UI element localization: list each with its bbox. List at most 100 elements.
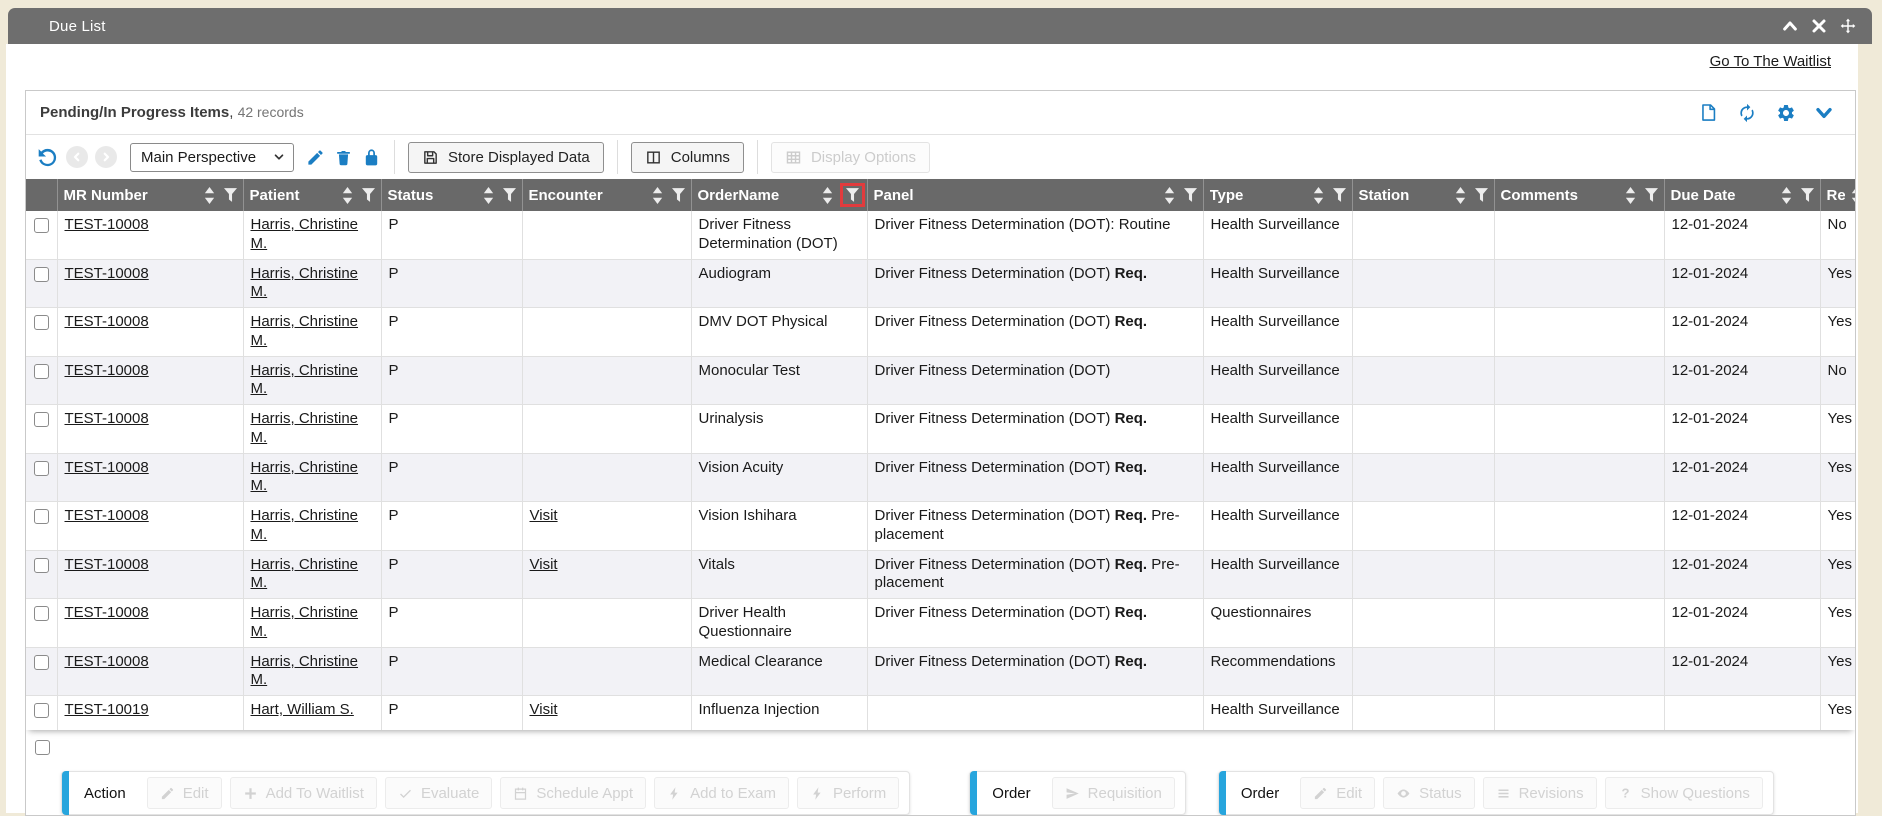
sort-icon[interactable] bbox=[1455, 187, 1466, 204]
mr-number-link[interactable]: TEST-10008 bbox=[65, 653, 149, 670]
schedule-appt-button[interactable]: Schedule Appt bbox=[500, 777, 646, 809]
revisions-button[interactable]: Revisions bbox=[1483, 777, 1597, 809]
col-header-comments[interactable]: Comments bbox=[1494, 179, 1664, 211]
col-header-select[interactable] bbox=[26, 179, 57, 211]
visit-link[interactable]: Visit bbox=[530, 507, 558, 524]
go-to-waitlist-link[interactable]: Go To The Waitlist bbox=[1710, 53, 1831, 70]
mr-number-link[interactable]: TEST-10008 bbox=[65, 410, 149, 427]
new-page-icon[interactable] bbox=[1699, 103, 1718, 122]
sort-icon[interactable] bbox=[1625, 187, 1636, 204]
edit-button[interactable]: Edit bbox=[1300, 777, 1375, 809]
visit-link[interactable]: Visit bbox=[530, 556, 558, 573]
add-to-waitlist-button[interactable]: Add To Waitlist bbox=[230, 777, 377, 809]
row-checkbox[interactable] bbox=[34, 267, 49, 282]
store-displayed-data-button[interactable]: Store Displayed Data bbox=[408, 142, 604, 173]
patient-link[interactable]: Harris, Christine M. bbox=[251, 507, 359, 543]
row-checkbox[interactable] bbox=[34, 315, 49, 330]
row-checkbox[interactable] bbox=[34, 509, 49, 524]
patient-link[interactable]: Harris, Christine M. bbox=[251, 556, 359, 592]
row-checkbox[interactable] bbox=[34, 606, 49, 621]
filter-funnel-icon[interactable] bbox=[1645, 188, 1658, 202]
mr-number-link[interactable]: TEST-10008 bbox=[65, 556, 149, 573]
row-checkbox[interactable] bbox=[34, 655, 49, 670]
show-questions-button[interactable]: ?Show Questions bbox=[1605, 777, 1763, 809]
sort-icon[interactable] bbox=[1164, 187, 1175, 204]
patient-link[interactable]: Harris, Christine M. bbox=[251, 362, 359, 398]
filter-funnel-icon[interactable] bbox=[672, 188, 685, 202]
sort-icon[interactable] bbox=[1851, 187, 1856, 204]
footer-select-checkbox[interactable] bbox=[35, 740, 50, 755]
col-header-status[interactable]: Status bbox=[381, 179, 522, 211]
mr-number-link[interactable]: TEST-10008 bbox=[65, 604, 149, 621]
patient-link[interactable]: Harris, Christine M. bbox=[251, 653, 359, 689]
mr-number-link[interactable]: TEST-10008 bbox=[65, 507, 149, 524]
col-header-patient[interactable]: Patient bbox=[243, 179, 381, 211]
col-header-order[interactable]: OrderName bbox=[691, 179, 867, 211]
visit-link[interactable]: Visit bbox=[530, 701, 558, 718]
col-header-req[interactable]: Req bbox=[1820, 179, 1855, 211]
patient-link[interactable]: Harris, Christine M. bbox=[251, 410, 359, 446]
filter-funnel-icon[interactable] bbox=[1184, 188, 1197, 202]
filter-funnel-icon[interactable] bbox=[503, 188, 516, 202]
sort-icon[interactable] bbox=[204, 187, 215, 204]
perform-button[interactable]: Perform bbox=[797, 777, 899, 809]
filter-funnel-icon[interactable] bbox=[362, 188, 375, 202]
add-to-exam-button[interactable]: Add to Exam bbox=[654, 777, 789, 809]
sort-icon[interactable] bbox=[652, 187, 663, 204]
patient-link[interactable]: Hart, William S. bbox=[251, 701, 354, 718]
filter-funnel-icon[interactable] bbox=[1801, 188, 1814, 202]
row-checkbox[interactable] bbox=[34, 703, 49, 718]
sort-icon[interactable] bbox=[1781, 187, 1792, 204]
row-checkbox[interactable] bbox=[34, 412, 49, 427]
patient-link[interactable]: Harris, Christine M. bbox=[251, 459, 359, 495]
row-checkbox[interactable] bbox=[34, 558, 49, 573]
col-header-mr[interactable]: MR Number bbox=[57, 179, 243, 211]
undo-icon[interactable] bbox=[36, 146, 59, 169]
filter-funnel-icon[interactable] bbox=[1333, 188, 1346, 202]
highlighted-filter-box[interactable] bbox=[840, 183, 865, 207]
row-checkbox[interactable] bbox=[34, 218, 49, 233]
col-header-station[interactable]: Station bbox=[1352, 179, 1494, 211]
patient-link[interactable]: Harris, Christine M. bbox=[251, 313, 359, 349]
mr-number-link[interactable]: TEST-10008 bbox=[65, 265, 149, 282]
collapse-window-icon[interactable] bbox=[1782, 18, 1798, 34]
filter-funnel-icon[interactable] bbox=[846, 188, 859, 202]
history-forward-button[interactable] bbox=[95, 146, 117, 168]
history-back-button[interactable] bbox=[66, 146, 88, 168]
mr-number-link[interactable]: TEST-10019 bbox=[65, 701, 149, 718]
row-checkbox[interactable] bbox=[34, 364, 49, 379]
mr-number-link[interactable]: TEST-10008 bbox=[65, 216, 149, 233]
window-titlebar[interactable]: Due List bbox=[8, 8, 1872, 44]
filter-funnel-icon[interactable] bbox=[224, 188, 237, 202]
col-header-encounter[interactable]: Encounter bbox=[522, 179, 691, 211]
sort-icon[interactable] bbox=[1313, 187, 1324, 204]
patient-link[interactable]: Harris, Christine M. bbox=[251, 216, 359, 252]
settings-gear-icon[interactable] bbox=[1776, 103, 1796, 123]
perspective-select[interactable]: Main Perspective bbox=[130, 143, 294, 172]
collapse-panel-chevron-icon[interactable] bbox=[1815, 104, 1833, 122]
sort-icon[interactable] bbox=[342, 187, 353, 204]
sort-icon[interactable] bbox=[822, 187, 833, 204]
evaluate-button[interactable]: Evaluate bbox=[385, 777, 492, 809]
mr-number-link[interactable]: TEST-10008 bbox=[65, 313, 149, 330]
mr-number-link[interactable]: TEST-10008 bbox=[65, 362, 149, 379]
refresh-icon[interactable] bbox=[1737, 103, 1757, 123]
columns-button[interactable]: Columns bbox=[631, 142, 744, 173]
requisition-button[interactable]: Requisition bbox=[1052, 777, 1175, 809]
mr-number-link[interactable]: TEST-10008 bbox=[65, 459, 149, 476]
patient-link[interactable]: Harris, Christine M. bbox=[251, 265, 359, 301]
col-header-panel[interactable]: Panel bbox=[867, 179, 1203, 211]
status-button[interactable]: Status bbox=[1383, 777, 1475, 809]
move-window-icon[interactable] bbox=[1840, 18, 1856, 34]
col-header-type[interactable]: Type bbox=[1203, 179, 1352, 211]
edit-perspective-icon[interactable] bbox=[306, 148, 325, 167]
edit-button[interactable]: Edit bbox=[147, 777, 222, 809]
row-checkbox[interactable] bbox=[34, 461, 49, 476]
close-window-icon[interactable] bbox=[1811, 18, 1827, 34]
lock-perspective-icon[interactable] bbox=[362, 148, 381, 167]
patient-link[interactable]: Harris, Christine M. bbox=[251, 604, 359, 640]
display-options-button[interactable]: Display Options bbox=[771, 142, 930, 173]
filter-funnel-icon[interactable] bbox=[1475, 188, 1488, 202]
col-header-due[interactable]: Due Date bbox=[1664, 179, 1820, 211]
delete-perspective-icon[interactable] bbox=[334, 148, 353, 167]
